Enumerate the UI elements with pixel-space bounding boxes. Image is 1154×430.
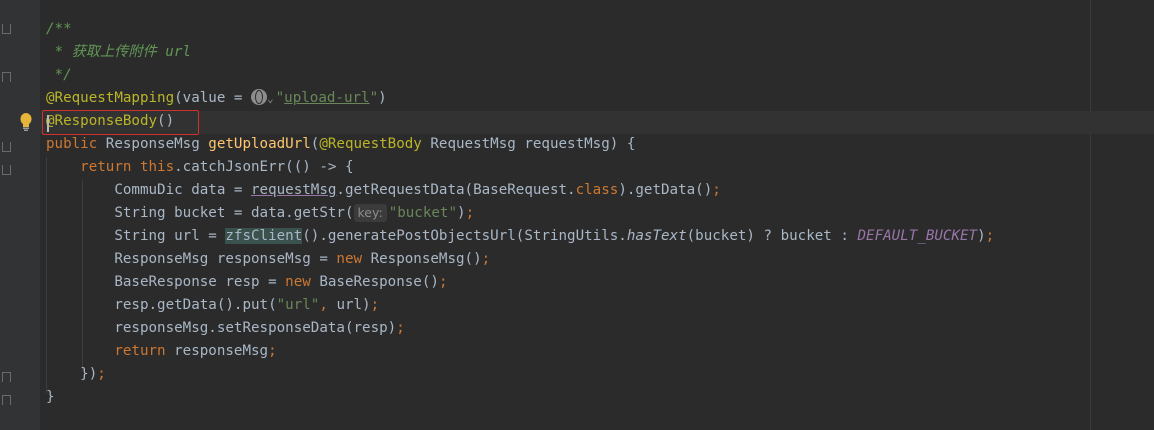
code-line[interactable]: @RequestMapping(value = ⌄ "upload-url") [46,87,387,110]
code-token: class [575,182,619,198]
code-token: new [285,274,320,290]
code-token: ResponseMsg responseMsg = [46,251,337,267]
chevron-down-icon[interactable]: ⌄ [267,92,274,105]
code-token: upload-url [284,90,370,106]
code-token: @RequestMapping [46,90,175,106]
fold-marker[interactable] [2,372,11,382]
code-token: } [46,389,55,405]
code-token: getUploadUrl [208,136,311,152]
fold-marker[interactable] [2,72,11,82]
code-token: ; [985,228,995,244]
current-line-highlight [40,111,1154,134]
code-line[interactable]: return responseMsg; [46,340,277,363]
code-line[interactable]: BaseResponse resp = new BaseResponse(); [46,271,447,294]
code-token: url) [336,297,371,313]
code-token: ) [378,90,387,106]
code-token: CommuDic data = [46,182,251,198]
code-line[interactable]: CommuDic data = requestMsg.getRequestDat… [46,179,721,202]
code-token: requestMsg [251,182,337,198]
code-token: , [319,297,337,313]
code-token: */ [46,67,72,83]
code-line[interactable]: /** [46,18,72,41]
parameter-hint: key: [353,204,387,222]
code-token: .catchJsonErr(() -> { [174,159,354,175]
code-token: ; [370,297,380,313]
code-token: ).getData() [618,182,713,198]
annotation-highlight-box [42,110,199,135]
code-token: BaseResponse() [319,274,439,290]
code-token: ().generatePostObjectsUrl(StringUtils. [302,228,627,244]
code-token: (value = [174,90,251,106]
code-line[interactable]: }); [46,363,106,386]
code-line[interactable]: resp.getData().put("url", url); [46,294,379,317]
code-token: ; [438,274,448,290]
code-token: hasText [626,228,687,244]
code-token: ; [465,205,475,221]
code-token: (bucket) ? bucket : [686,228,858,244]
code-token: /** [46,21,72,37]
code-token: responseMsg [174,343,269,359]
code-token: ResponseMsg() [370,251,482,267]
code-token: ; [97,366,106,382]
right-margin-guide [1090,0,1091,430]
code-line[interactable]: * 获取上传附件 url [46,41,191,64]
code-token: String bucket = data.getStr( [46,205,354,221]
code-token: * 获取上传附件 url [46,44,191,60]
code-token: public [46,136,106,152]
code-line[interactable]: */ [46,64,72,87]
code-token: return [114,343,175,359]
code-token: ; [396,320,405,336]
editor-gutter [0,0,40,430]
code-token: new [336,251,371,267]
code-token: " [369,90,379,106]
fold-marker[interactable] [2,165,11,175]
globe-icon[interactable] [251,89,267,105]
code-token: ; [268,343,277,359]
code-token: "bucket" [388,205,458,221]
fold-marker[interactable] [2,395,11,405]
code-token: "url" [276,297,320,313]
code-token: ; [481,251,491,267]
code-token: BaseResponse resp = [46,274,286,290]
code-token: responseMsg.setResponseData(resp) [46,320,397,336]
code-line[interactable]: String url = zfsClient().generatePostObj… [46,225,994,248]
code-token: ) [457,205,466,221]
code-token: DEFAULT_BUCKET [857,228,978,244]
code-line[interactable]: ResponseMsg responseMsg = new ResponseMs… [46,248,490,271]
code-token: ResponseMsg [105,136,209,152]
code-token: @RequestBody [319,136,431,152]
code-line[interactable]: responseMsg.setResponseData(resp); [46,317,405,340]
code-token: return this [80,159,175,175]
code-token: ) [977,228,986,244]
code-line[interactable]: public ResponseMsg getUploadUrl(@Request… [46,133,635,156]
code-token: }) [46,366,98,382]
code-token: zfsClient [225,228,303,244]
code-token: resp.getData().put( [46,297,277,313]
code-token: String url = [46,228,226,244]
fold-marker[interactable] [2,24,11,34]
code-token: " [275,90,285,106]
code-token: .getRequestData(BaseRequest. [336,182,576,198]
code-line[interactable]: return this.catchJsonErr(() -> { [46,156,354,179]
lightbulb-icon[interactable] [18,112,34,132]
code-token: RequestMsg requestMsg) { [430,136,636,152]
fold-marker[interactable] [2,142,11,152]
code-token: ; [712,182,721,198]
code-line[interactable]: String bucket = data.getStr(key: "bucket"… [46,202,474,225]
code-line[interactable]: } [46,386,55,409]
